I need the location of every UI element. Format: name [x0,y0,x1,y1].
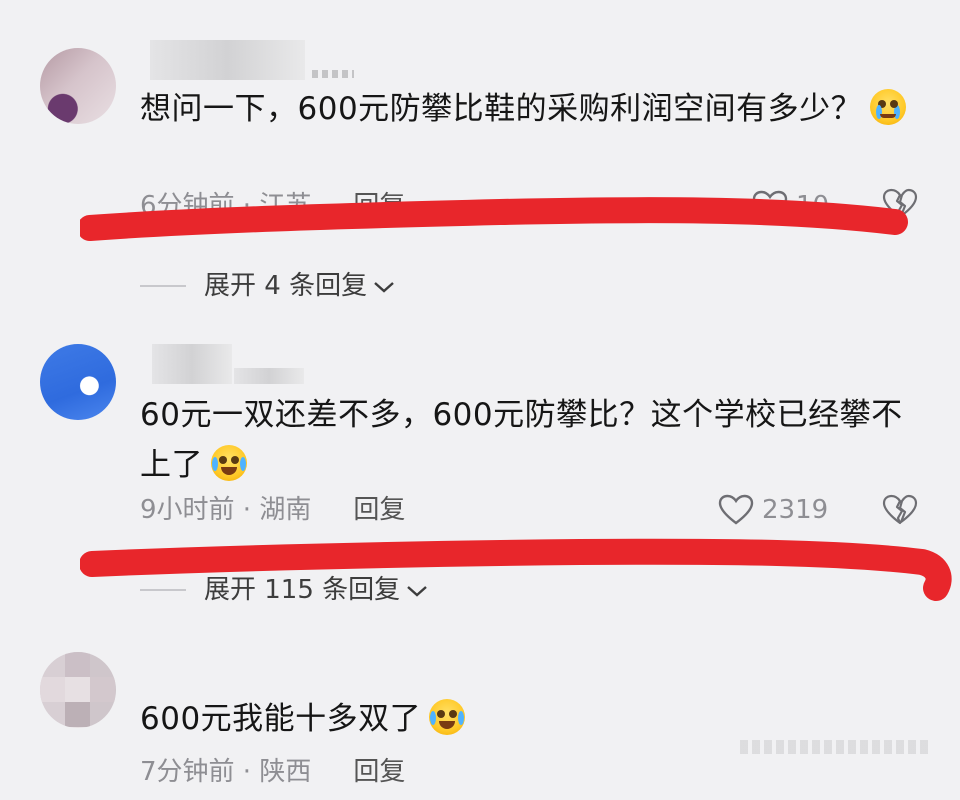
broken-heart-icon[interactable] [882,494,918,526]
avatar[interactable] [40,652,116,728]
expand-dash [140,285,186,287]
like-button[interactable]: 2319 [718,490,828,530]
meta-separator: · [234,495,260,525]
heart-icon [752,190,788,222]
laughing-tears-face-icon [211,445,247,481]
expand-replies-button[interactable]: 展开 115 条回复 [140,570,428,610]
comment-location: 陕西 [259,757,312,787]
watermark [740,740,930,754]
meta-separator: · [234,757,260,787]
reply-button[interactable]: 回复 [353,495,405,525]
chevron-down-icon [406,570,428,610]
expand-dash [140,589,186,591]
avatar[interactable] [40,48,116,124]
comment-time: 9小时前 [140,495,235,525]
username-redacted [234,368,304,384]
comment-time: 7分钟前 [140,757,235,787]
laughing-tears-face-icon [429,699,466,735]
meta-separator: · [234,191,260,221]
comment-meta: 7分钟前 · 陕西 回复 [140,752,405,792]
username-redacted [150,40,305,80]
comment-text: 想问一下，600元防攀比鞋的采购利润空间有多少？ [140,84,930,134]
comment-meta: 9小时前 · 湖南 回复 [140,490,405,530]
comment-text: 60元一双还差不多，600元防攀比？这个学校已经攀不上了 [140,397,903,483]
comment-text: 600元我能十多双了 [140,694,930,744]
expand-label: 展开 4 条回复 [204,271,368,301]
like-count: 10 [796,191,830,221]
like-count: 2319 [762,495,829,525]
chevron-down-icon [373,266,395,306]
broken-heart-icon[interactable] [882,188,918,220]
comment-location: 江苏 [259,191,312,221]
comment-time: 6分钟前 [140,191,235,221]
reply-button[interactable]: 回复 [353,757,405,787]
username-redacted [152,344,232,384]
comment-meta: 6分钟前 · 江苏 回复 [140,186,405,226]
comment-location: 湖南 [259,495,312,525]
expand-label: 展开 115 条回复 [204,575,401,605]
username-redacted-suffix [312,70,354,78]
avatar[interactable] [40,344,116,420]
like-button[interactable]: 10 [752,186,829,226]
crying-face-icon [870,89,907,125]
reply-button[interactable]: 回复 [353,191,405,221]
heart-icon [718,494,754,526]
expand-replies-button[interactable]: 展开 4 条回复 [140,266,395,306]
